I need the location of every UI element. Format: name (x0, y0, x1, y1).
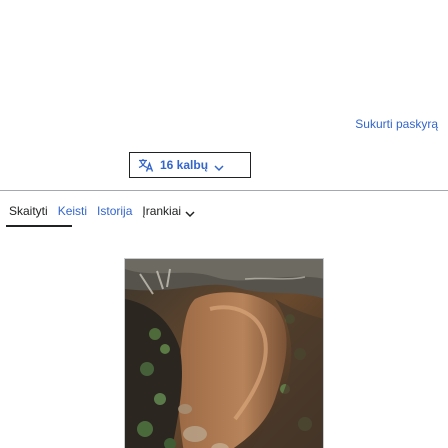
tab-read[interactable]: Skaityti (6, 201, 72, 227)
page: Sukurti paskyrą 16 kalbų Skaityti Keisti… (0, 0, 448, 448)
chevron-down-icon (185, 207, 195, 218)
chevron-down-icon (214, 161, 224, 172)
tab-read-label: Skaityti (9, 204, 48, 218)
language-button-label: 16 kalbų (160, 158, 209, 172)
article-image-art (125, 259, 323, 448)
page-tabs: Skaityti Keisti Istorija Įrankiai (0, 201, 195, 227)
tab-edit[interactable]: Keisti (58, 201, 87, 226)
tab-history[interactable]: Istorija (97, 201, 132, 226)
tab-history-label: Istorija (97, 204, 133, 218)
tab-tools[interactable]: Įrankiai (142, 201, 195, 226)
language-button[interactable]: 16 kalbų (129, 152, 251, 178)
header-divider (0, 190, 448, 191)
article-image[interactable] (124, 258, 324, 448)
tab-tools-label: Įrankiai (142, 204, 182, 218)
create-account-link[interactable]: Sukurti paskyrą (355, 117, 438, 131)
translate-icon (138, 158, 154, 172)
tab-edit-label: Keisti (57, 204, 88, 218)
